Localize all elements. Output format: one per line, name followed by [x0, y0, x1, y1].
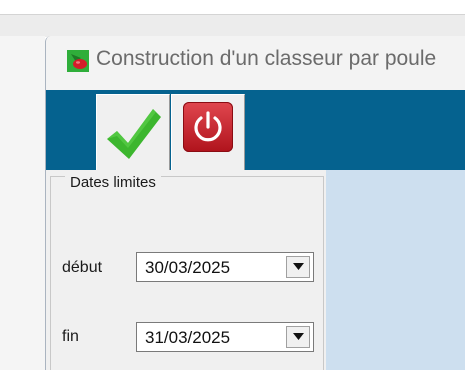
- app-cherry-icon: [67, 50, 89, 72]
- dialog-window: Construction d'un classeur par poule Dat…: [45, 36, 465, 370]
- ok-button[interactable]: [96, 94, 170, 170]
- desktop-background: [0, 0, 465, 14]
- chevron-down-icon: [293, 333, 304, 340]
- chevron-down-icon: [293, 263, 304, 270]
- dates-legend: Dates limites: [65, 174, 161, 191]
- parent-window-area: [0, 36, 45, 370]
- window-title: Construction d'un classeur par poule: [96, 47, 437, 70]
- title-bar[interactable]: Construction d'un classeur par poule: [46, 36, 465, 90]
- start-date-dropdown-button[interactable]: [286, 256, 310, 278]
- quit-button[interactable]: [171, 94, 245, 170]
- end-date-label: fin: [62, 328, 79, 345]
- checkmark-icon: [107, 109, 161, 159]
- end-date-select[interactable]: 31/03/2025: [136, 322, 314, 352]
- parent-window-strip: [0, 14, 465, 37]
- dates-panel: Dates limites début 30/03/2025 fin 31/03…: [46, 170, 326, 370]
- start-date-select[interactable]: 30/03/2025: [136, 252, 314, 282]
- power-icon: [183, 102, 233, 152]
- content-area: Dates limites début 30/03/2025 fin 31/03…: [46, 170, 465, 370]
- end-date-value: 31/03/2025: [145, 328, 231, 347]
- start-date-label: début: [62, 259, 103, 276]
- start-date-value: 30/03/2025: [145, 258, 231, 277]
- end-date-dropdown-button[interactable]: [286, 326, 310, 348]
- toolbar: [46, 90, 465, 170]
